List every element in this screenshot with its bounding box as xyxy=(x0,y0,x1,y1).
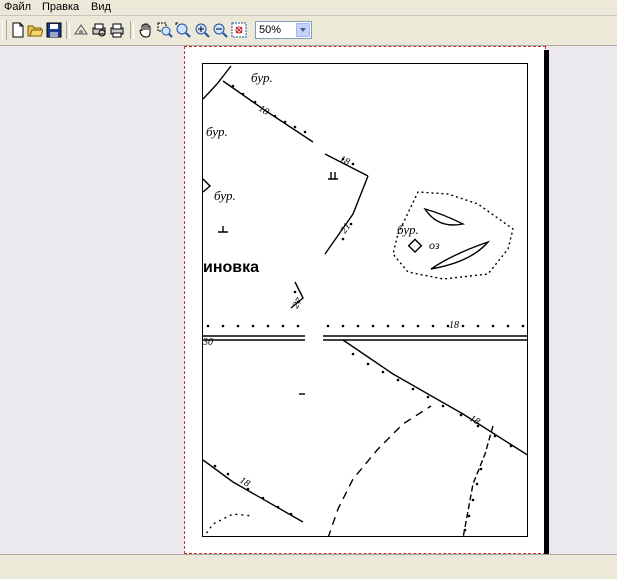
toolbar: 50% xyxy=(0,16,617,46)
save-disk-icon[interactable] xyxy=(46,22,62,38)
zoom-area-icon[interactable] xyxy=(157,22,173,38)
map-label-bur-1: бур. xyxy=(251,70,273,85)
toolbar-separator xyxy=(130,21,134,39)
map-label-village: иновка xyxy=(203,259,259,276)
zoom-to-page-icon[interactable] xyxy=(231,22,247,38)
menu-view[interactable]: Вид xyxy=(91,1,111,13)
status-bar xyxy=(0,554,617,579)
menu-bar: Файл Правка Вид xyxy=(0,0,617,15)
map-label-bur-4: бур. xyxy=(397,222,419,237)
map-label-18c: 18 xyxy=(449,320,459,331)
map-label-oz: оз xyxy=(429,238,440,252)
map-label-bur-2: бур. xyxy=(206,124,228,139)
map-label-18e: 18 xyxy=(238,475,252,490)
pan-hand-icon[interactable] xyxy=(138,22,154,38)
menu-file[interactable]: Файл xyxy=(4,1,31,13)
zoom-fit-icon[interactable] xyxy=(175,22,191,38)
zoom-value: 50% xyxy=(259,24,282,36)
map-drawing: бур. бур. бур. бур. оз 18 18 21 27 18 18… xyxy=(203,65,527,536)
document-workspace[interactable]: бур. бур. бур. бур. оз 18 18 21 27 18 18… xyxy=(0,46,617,554)
page-shadow xyxy=(544,50,549,554)
toolbar-grip[interactable] xyxy=(2,20,7,40)
map-image[interactable]: бур. бур. бур. бур. оз 18 18 21 27 18 18… xyxy=(202,63,528,537)
scan-icon[interactable] xyxy=(73,22,89,38)
toolbar-separator xyxy=(66,21,70,39)
menu-edit[interactable]: Правка xyxy=(42,1,79,13)
print-preview-icon[interactable] xyxy=(91,22,107,38)
open-folder-icon[interactable] xyxy=(27,22,43,38)
chevron-down-icon[interactable] xyxy=(296,23,310,37)
map-label-30: 30 xyxy=(203,337,213,348)
map-label-18d: 18 xyxy=(468,413,482,428)
zoom-in-icon[interactable] xyxy=(194,22,210,38)
zoom-out-icon[interactable] xyxy=(212,22,228,38)
map-label-bur-3: бур. xyxy=(214,188,236,203)
new-document-icon[interactable] xyxy=(10,22,26,38)
print-icon[interactable] xyxy=(109,22,125,38)
zoom-select[interactable]: 50% xyxy=(255,21,312,39)
